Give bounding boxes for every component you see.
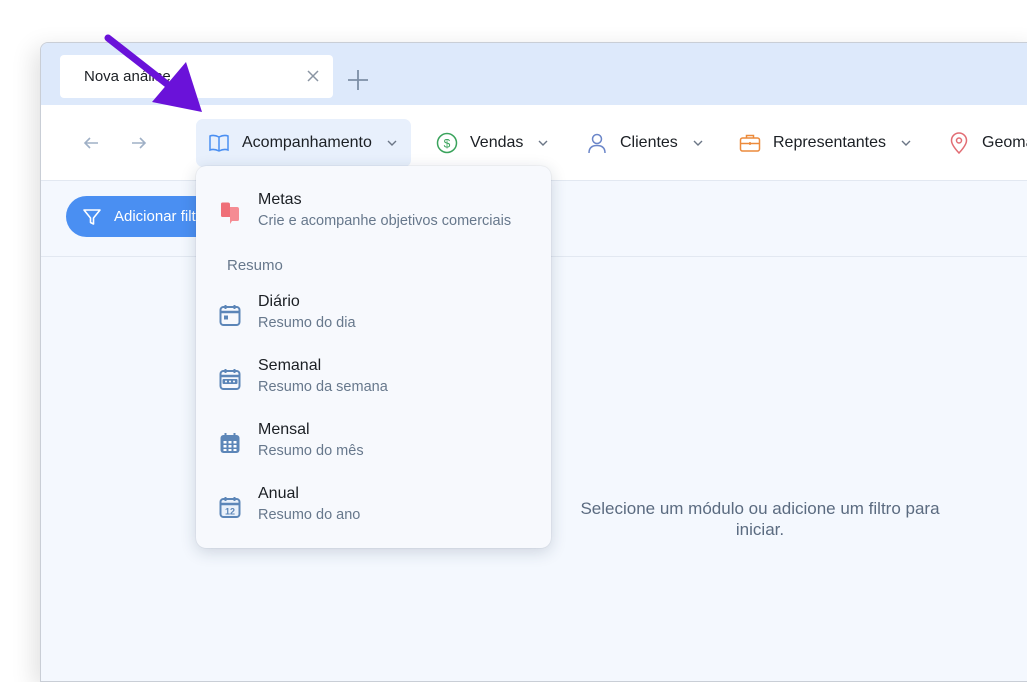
calendar-day-icon [219, 305, 241, 326]
dropdown-item-metas[interactable]: Metas Crie e acompanhe objetivos comerci… [196, 191, 551, 241]
menu-label: Vendas [470, 134, 524, 151]
dropdown-item-subtitle: Crie e acompanhe objetivos comerciais [258, 213, 512, 229]
chevron-down-icon [387, 140, 397, 146]
new-tab-icon[interactable] [345, 67, 371, 93]
dropdown-item-mensal[interactable]: Mensal Resumo do mês [196, 421, 551, 471]
menu-representantes[interactable]: Representantes [739, 119, 912, 167]
menu-clientes[interactable]: Clientes [586, 119, 704, 167]
menu-label: Geomarketing [982, 134, 1027, 151]
chevron-down-icon [901, 140, 911, 146]
dropdown-section-label: Resumo [227, 257, 283, 274]
dropdown-item-subtitle: Resumo do ano [258, 507, 361, 523]
menu-vendas[interactable]: $ Vendas [436, 119, 549, 167]
dropdown-item-semanal[interactable]: Semanal Resumo da semana [196, 357, 551, 407]
dropdown-item-subtitle: Resumo do mês [258, 443, 364, 459]
dropdown-item-title: Mensal [258, 421, 310, 438]
calendar-week-icon [219, 369, 241, 390]
close-icon[interactable] [306, 69, 320, 83]
annotation-arrow-icon [104, 34, 202, 112]
book-icon [209, 134, 229, 152]
dropdown-item-title: Diário [258, 293, 300, 310]
calendar-month-icon [220, 433, 240, 453]
map-pin-icon [950, 132, 968, 154]
user-icon [588, 133, 606, 154]
svg-text:$: $ [444, 137, 451, 151]
menu-label: Representantes [773, 134, 886, 151]
calendar-year-icon: 12 [219, 497, 241, 518]
empty-state-message: Selecione um módulo ou adicione um filtr… [580, 499, 940, 539]
year-badge: 12 [225, 507, 235, 517]
dropdown-item-subtitle: Resumo da semana [258, 379, 388, 395]
dropdown-item-title: Anual [258, 485, 299, 502]
dropdown-item-subtitle: Resumo do dia [258, 315, 356, 331]
arrow-left-icon[interactable] [81, 133, 101, 153]
arrow-right-icon[interactable] [129, 133, 149, 153]
dropdown-item-title: Metas [258, 191, 302, 208]
dollar-circle-icon: $ [436, 132, 458, 154]
dropdown-item-diario[interactable]: Diário Resumo do dia [196, 293, 551, 343]
dropdown-item-anual[interactable]: 12 Anual Resumo do ano [196, 485, 551, 535]
flag-icon [221, 202, 239, 224]
menu-label: Acompanhamento [242, 134, 372, 151]
menu-acompanhamento[interactable]: Acompanhamento [196, 119, 411, 167]
chevron-down-icon [538, 140, 548, 146]
chevron-down-icon [693, 140, 703, 146]
menu-geomarketing[interactable]: Geomarketing [948, 119, 1027, 167]
briefcase-icon [739, 134, 761, 152]
add-filter-label: Adicionar filtro [114, 208, 210, 225]
filter-icon [83, 208, 101, 225]
menu-label: Clientes [620, 134, 678, 151]
acompanhamento-dropdown: Metas Crie e acompanhe objetivos comerci… [196, 166, 551, 548]
dropdown-item-title: Semanal [258, 357, 322, 374]
